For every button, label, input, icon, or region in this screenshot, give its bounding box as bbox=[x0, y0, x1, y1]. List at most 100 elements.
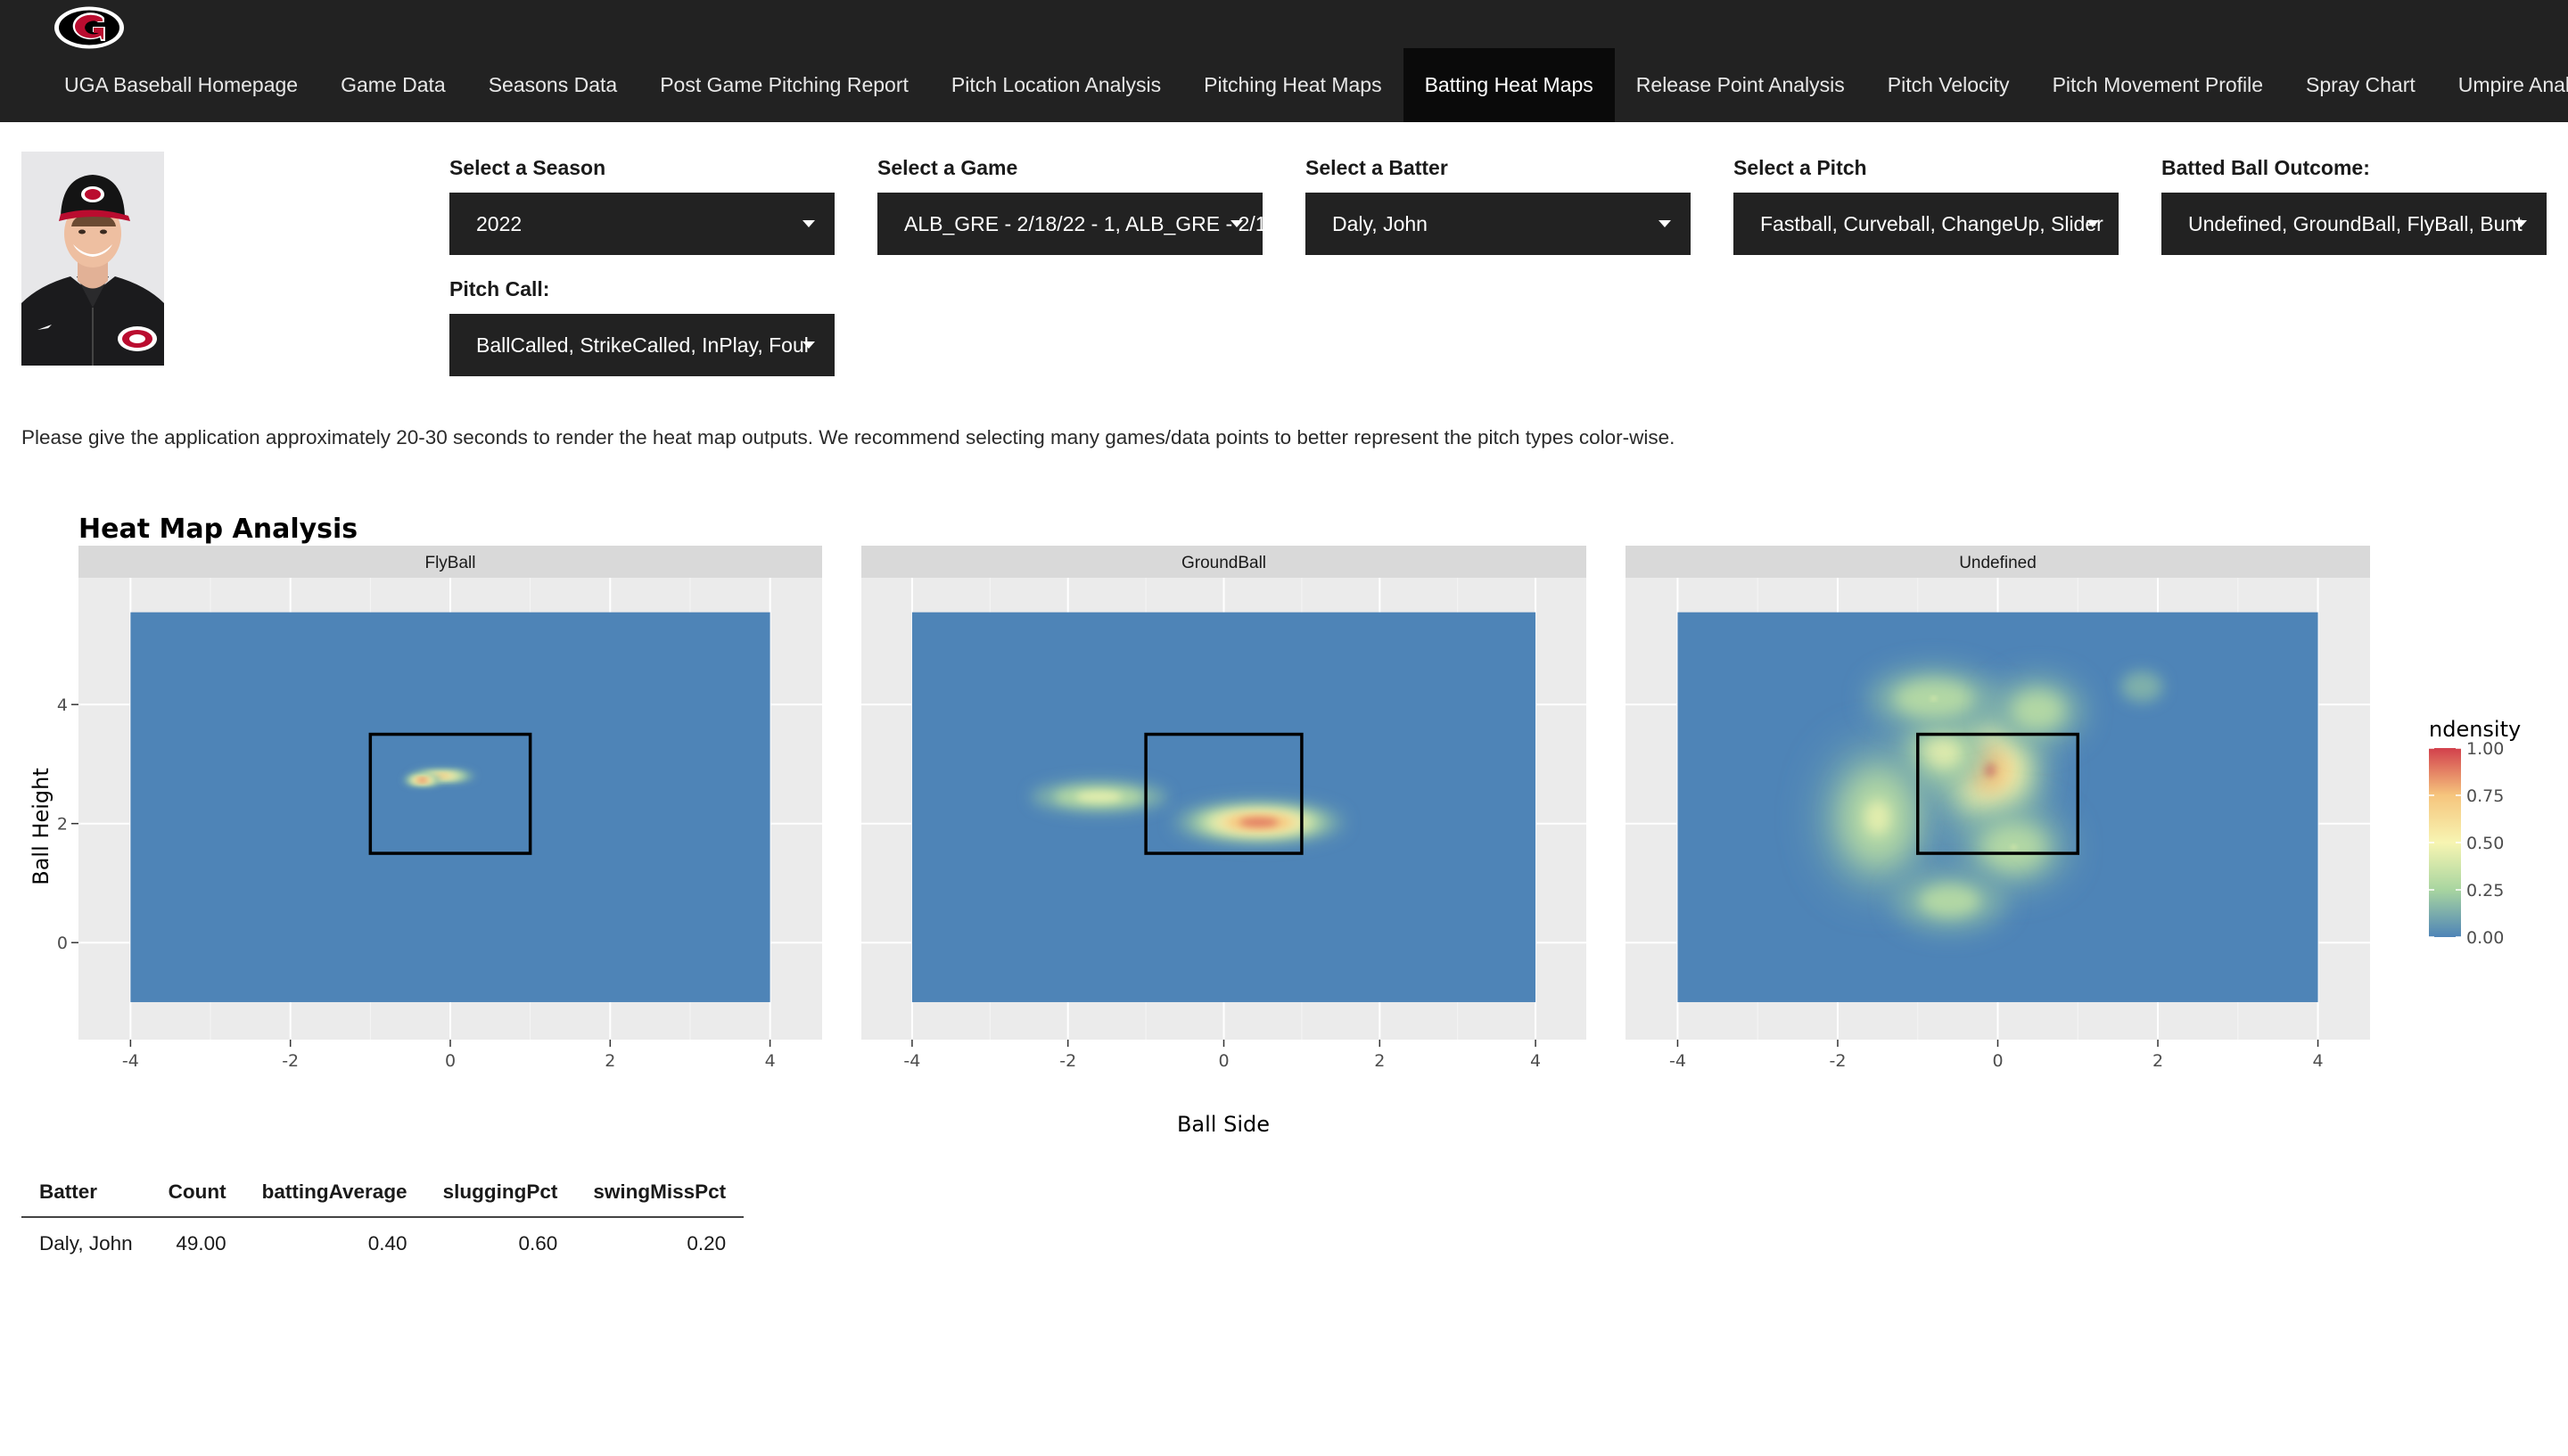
nav-tab-umpire-analysis[interactable]: Umpire Analysis bbox=[2437, 48, 2568, 122]
x-tick-label: 0 bbox=[1218, 1051, 1229, 1071]
x-tick-label: 2 bbox=[2152, 1051, 2163, 1071]
pitch-call-filter: Pitch Call: BallCalled, StrikeCalled, In… bbox=[449, 273, 835, 376]
x-tick-label: -2 bbox=[1059, 1051, 1076, 1071]
y-tick-label: 2 bbox=[57, 815, 68, 835]
heat-map-chart: Heat Map Analysis FlyBall -4 -2 0 2 4 GroundBa… bbox=[0, 499, 2568, 1141]
player-photo bbox=[21, 152, 164, 366]
y-tick-label: 4 bbox=[57, 695, 68, 715]
column-header[interactable]: Batter bbox=[21, 1168, 151, 1218]
render-info-text: Please give the application approximatel… bbox=[21, 426, 1675, 448]
nav-tab-seasons-data[interactable]: Seasons Data bbox=[467, 48, 638, 122]
table-row: Daly, John 49.00 0.40 0.60 0.20 bbox=[21, 1217, 744, 1270]
density-contour bbox=[2011, 845, 2017, 850]
y-tick-label: 0 bbox=[57, 934, 68, 953]
x-tick-label: -4 bbox=[903, 1051, 920, 1071]
x-tick-label: -4 bbox=[122, 1051, 139, 1071]
table-cell: Daly, John bbox=[39, 1232, 133, 1254]
column-header[interactable]: battingAverage bbox=[243, 1168, 425, 1218]
pitch-value: Fastball, Curveball, ChangeUp, Slider bbox=[1760, 212, 2103, 235]
game-label: Select a Game bbox=[877, 156, 1018, 179]
density-contour bbox=[417, 777, 427, 782]
uga-g-logo-icon[interactable] bbox=[54, 5, 125, 50]
column-header[interactable]: Count bbox=[150, 1168, 244, 1218]
legend-tick-label: 1.00 bbox=[2466, 739, 2504, 759]
outcome-select[interactable]: Undefined, GroundBall, FlyBall, Bunt bbox=[2161, 193, 2547, 255]
pitch-label: Select a Pitch bbox=[1733, 156, 1867, 179]
legend-tick-label: 0.00 bbox=[2466, 928, 2504, 948]
season-filter: Select a Season 2022 bbox=[449, 152, 835, 255]
x-tick-label: -4 bbox=[1669, 1051, 1686, 1071]
density-contour bbox=[1239, 818, 1279, 827]
outcome-label: Batted Ball Outcome: bbox=[2161, 156, 2370, 179]
x-tick-label: 4 bbox=[1530, 1051, 1541, 1071]
facet-strip-label: Undefined bbox=[1959, 554, 2037, 572]
legend-tick-label: 0.75 bbox=[2466, 786, 2504, 806]
nav-tab-post-game-pitching-report[interactable]: Post Game Pitching Report bbox=[638, 48, 930, 122]
game-select[interactable]: ALB_GRE - 2/18/22 - 1, ALB_GRE - 2/18/22… bbox=[877, 193, 1263, 255]
facet-strip-label: FlyBall bbox=[424, 554, 475, 572]
nav-tab-uga-baseball-homepage[interactable]: UGA Baseball Homepage bbox=[43, 48, 319, 122]
nav-tab-batting-heat-maps[interactable]: Batting Heat Maps bbox=[1403, 48, 1615, 122]
density-contour bbox=[1864, 800, 1891, 835]
x-tick-label: 2 bbox=[1374, 1051, 1385, 1071]
density-contour bbox=[1923, 736, 1960, 768]
caret-down-icon bbox=[1658, 220, 1671, 227]
top-navbar: UGA Baseball Homepage Game Data Seasons Da… bbox=[0, 0, 2568, 122]
caret-down-icon bbox=[2086, 220, 2099, 227]
density-contour bbox=[1919, 884, 1980, 917]
caret-down-icon bbox=[802, 341, 815, 349]
table-cell: 0.40 bbox=[367, 1232, 407, 1254]
heat-map-svg: FlyBall-4 -2 0 2 4GroundBall-4 -2 0 2 4Undefined… bbox=[29, 546, 2521, 1137]
x-tick-label: -2 bbox=[282, 1051, 299, 1071]
x-tick-label: -2 bbox=[1829, 1051, 1846, 1071]
nav-tab-pitch-location-analysis[interactable]: Pitch Location Analysis bbox=[930, 48, 1182, 122]
x-tick-label: 0 bbox=[1992, 1051, 2003, 1071]
x-tick-label: 4 bbox=[765, 1051, 776, 1071]
nav-tab-pitch-movement-profile[interactable]: Pitch Movement Profile bbox=[2031, 48, 2284, 122]
density-contour bbox=[2120, 670, 2163, 703]
pitch-call-value: BallCalled, StrikeCalled, InPlay, Foul bbox=[476, 333, 809, 357]
batter-value: Daly, John bbox=[1332, 212, 1428, 235]
density-tile bbox=[130, 612, 770, 1002]
season-label: Select a Season bbox=[449, 156, 606, 179]
nav-tab-spray-chart[interactable]: Spray Chart bbox=[2284, 48, 2437, 122]
density-contour bbox=[1930, 696, 1937, 701]
y-axis-label: Ball Height bbox=[29, 768, 54, 884]
legend-tick-label: 0.50 bbox=[2466, 834, 2504, 853]
table-cell: 0.20 bbox=[687, 1232, 727, 1254]
legend-title: ndensity bbox=[2429, 717, 2521, 742]
x-tick-label: 0 bbox=[445, 1051, 456, 1071]
table-header-row: Batter Count battingAverage sluggingPct … bbox=[21, 1168, 745, 1218]
table-cell: 0.60 bbox=[518, 1232, 558, 1254]
outcome-value: Undefined, GroundBall, FlyBall, Bunt bbox=[2188, 212, 2523, 235]
game-filter: Select a Game ALB_GRE - 2/18/22 - 1, ALB… bbox=[877, 152, 1263, 255]
season-select[interactable]: 2022 bbox=[449, 193, 835, 255]
batter-label: Select a Batter bbox=[1305, 156, 1448, 179]
game-value: ALB_GRE - 2/18/22 - 1, ALB_GRE - 2/18/22… bbox=[904, 212, 1263, 235]
nav-tab-game-data[interactable]: Game Data bbox=[319, 48, 467, 122]
pitch-filter: Select a Pitch Fastball, Curveball, Chan… bbox=[1733, 152, 2119, 255]
nav-tab-pitch-velocity[interactable]: Pitch Velocity bbox=[1866, 48, 2031, 122]
x-tick-label: 2 bbox=[605, 1051, 615, 1071]
pitch-select[interactable]: Fastball, Curveball, ChangeUp, Slider bbox=[1733, 193, 2119, 255]
batter-select[interactable]: Daly, John bbox=[1305, 193, 1691, 255]
pitch-call-label: Pitch Call: bbox=[449, 277, 550, 300]
facet-panel-groundball: GroundBall -4 -2 0 2 4 bbox=[861, 546, 1586, 1071]
nav-tab-release-point-analysis[interactable]: Release Point Analysis bbox=[1615, 48, 1866, 122]
column-header[interactable]: sluggingPct bbox=[424, 1168, 576, 1218]
season-value: 2022 bbox=[476, 212, 523, 235]
column-header[interactable]: swingMissPct bbox=[575, 1168, 745, 1218]
batting-stats-table: Batter Count battingAverage sluggingPct … bbox=[21, 1168, 745, 1270]
chart-title: Heat Map Analysis bbox=[78, 514, 358, 545]
facet-panel-undefined: Undefined -4 -2 0 2 4 bbox=[1626, 546, 2370, 1071]
table-cell: 49.00 bbox=[176, 1232, 226, 1254]
caret-down-icon bbox=[1230, 220, 1243, 227]
x-tick-label: 4 bbox=[2313, 1051, 2324, 1071]
pitch-call-select[interactable]: BallCalled, StrikeCalled, InPlay, Foul bbox=[449, 314, 835, 376]
nav-tabs: UGA Baseball Homepage Game Data Seasons Da… bbox=[43, 48, 2568, 122]
batter-filter: Select a Batter Daly, John bbox=[1305, 152, 1691, 255]
nav-tab-pitching-heat-maps[interactable]: Pitching Heat Maps bbox=[1182, 48, 1403, 122]
outcome-filter: Batted Ball Outcome: Undefined, GroundBa… bbox=[2161, 152, 2547, 255]
caret-down-icon bbox=[802, 220, 815, 227]
legend-tick-label: 0.25 bbox=[2466, 881, 2504, 901]
